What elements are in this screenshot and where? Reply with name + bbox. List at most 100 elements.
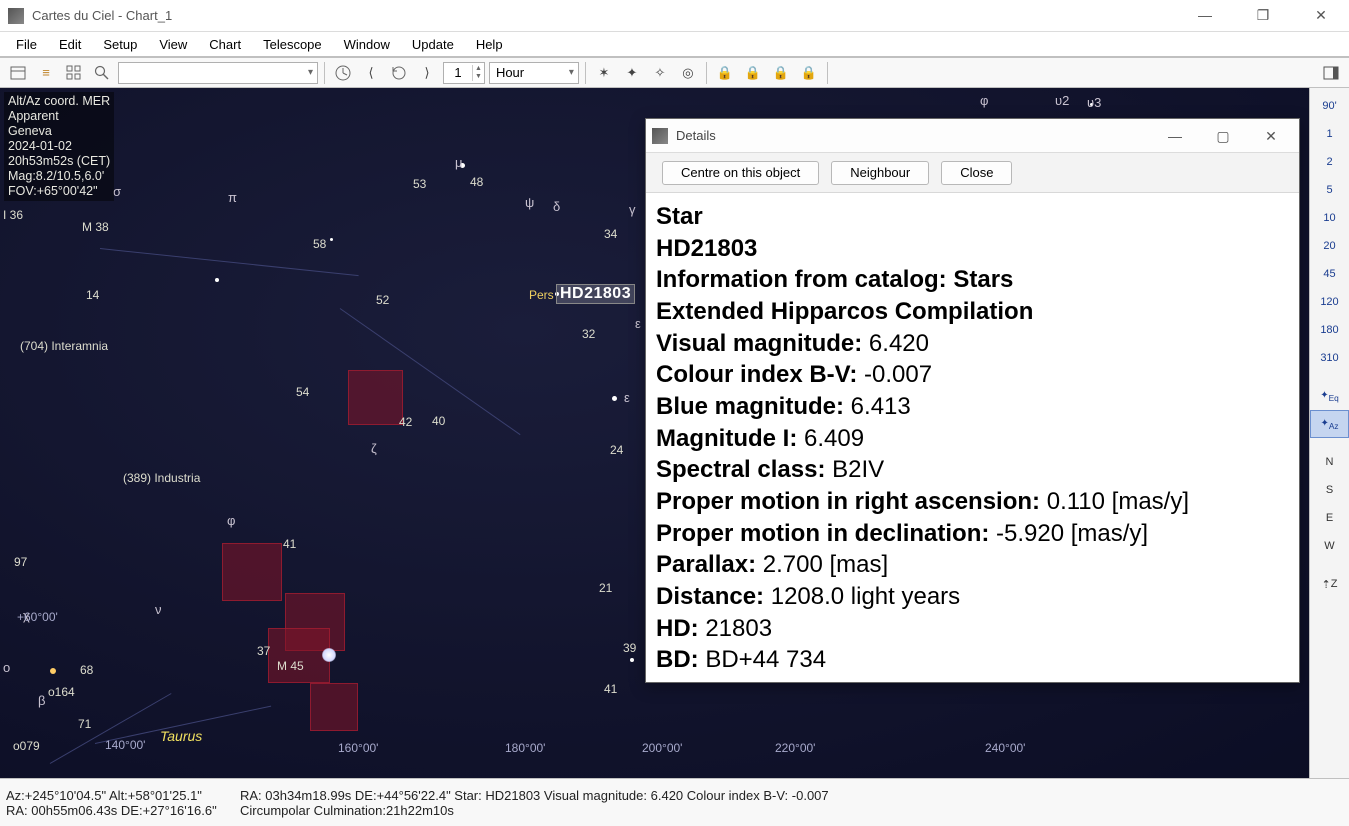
num-label: 42 [399, 415, 412, 429]
details-window[interactable]: Details — ▢ ✕ Centre on this object Neig… [645, 118, 1300, 683]
num-label: 34 [604, 227, 617, 241]
target-icon[interactable]: ◎ [675, 61, 701, 85]
time-forward-icon[interactable]: ⟩ [414, 61, 440, 85]
marker2-icon[interactable]: ✦ [619, 61, 645, 85]
fov-10[interactable]: 10 [1310, 204, 1349, 232]
lock4-icon[interactable]: 🔒 [796, 61, 822, 85]
details-field: Colour index B-V: -0.007 [656, 359, 1289, 391]
fov-20[interactable]: 20 [1310, 232, 1349, 260]
sky-chart[interactable]: I 36 M 38 (704) Interamnia (389) Industr… [0, 88, 1309, 778]
greek-label: δ [553, 199, 560, 214]
marker3-icon[interactable]: ✧ [647, 61, 673, 85]
details-body[interactable]: Star HD21803 Information from catalog: S… [646, 193, 1299, 682]
neighbour-button[interactable]: Neighbour [831, 161, 929, 185]
grid-label: 160°00' [338, 741, 378, 755]
greek-label: σ [113, 184, 121, 199]
corner-label: I 36 [3, 208, 23, 222]
menu-chart[interactable]: Chart [199, 34, 251, 55]
fov-180[interactable]: 180 [1310, 316, 1349, 344]
num-label: 71 [78, 717, 91, 731]
num-label: 97 [14, 555, 27, 569]
time-unit-combo[interactable]: Hour [489, 62, 579, 84]
dir-s-button[interactable]: S [1310, 476, 1349, 504]
time-step-input[interactable] [444, 65, 472, 80]
menu-update[interactable]: Update [402, 34, 464, 55]
close-button[interactable]: ✕ [1301, 7, 1341, 24]
time-back-icon[interactable]: ⟨ [358, 61, 384, 85]
details-titlebar[interactable]: Details — ▢ ✕ [646, 119, 1299, 153]
taurus-label: Taurus [160, 728, 202, 744]
maximize-button[interactable]: ❐ [1243, 7, 1283, 24]
menu-setup[interactable]: Setup [93, 34, 147, 55]
details-field: HIP: 16516 [656, 676, 1289, 682]
fov-45[interactable]: 45 [1310, 260, 1349, 288]
panel-icon[interactable] [1318, 61, 1344, 85]
search-combo[interactable] [118, 62, 318, 84]
menu-edit[interactable]: Edit [49, 34, 91, 55]
lock3-icon[interactable]: 🔒 [768, 61, 794, 85]
dir-n-button[interactable]: N [1310, 448, 1349, 476]
menu-help[interactable]: Help [466, 34, 513, 55]
chart-info-overlay: Alt/Az coord. MER Apparent Geneva 2024-0… [4, 92, 114, 201]
selected-star-label[interactable]: HD21803 [556, 284, 635, 304]
menu-telescope[interactable]: Telescope [253, 34, 332, 55]
grid-icon[interactable] [61, 61, 87, 85]
greek-label: φ [980, 93, 988, 108]
details-button-bar: Centre on this object Neighbour Close [646, 153, 1299, 193]
side-toolbar: 90' 1 2 5 10 20 45 120 180 310 ✦Eq ✦Az N… [1309, 88, 1349, 778]
details-title: Details [676, 128, 1153, 143]
menu-bar: File Edit Setup View Chart Telescope Win… [0, 32, 1349, 58]
minimize-button[interactable]: — [1185, 7, 1225, 24]
fov-1[interactable]: 1 [1310, 120, 1349, 148]
num-label: 39 [623, 641, 636, 655]
time-step-spinner[interactable]: ▲▼ [443, 62, 485, 84]
lock2-icon[interactable]: 🔒 [740, 61, 766, 85]
num-label: 32 [582, 327, 595, 341]
lock1-icon[interactable]: 🔒 [712, 61, 738, 85]
details-close-button[interactable]: ✕ [1249, 122, 1293, 150]
details-field: BD: BD+44 734 [656, 644, 1289, 676]
fov-310[interactable]: 310 [1310, 344, 1349, 372]
fov-2[interactable]: 2 [1310, 148, 1349, 176]
m45-label: M 45 [277, 659, 304, 673]
search-icon[interactable] [89, 61, 115, 85]
now-icon[interactable] [330, 61, 356, 85]
list-icon[interactable]: ≡ [33, 61, 59, 85]
greek-label: ψ [525, 195, 534, 210]
fov-5[interactable]: 5 [1310, 176, 1349, 204]
time-reset-icon[interactable] [386, 61, 412, 85]
overlay-line: FOV:+65°00'42" [8, 184, 110, 199]
details-id: HD21803 [656, 233, 1289, 265]
time-unit-label: Hour [496, 65, 524, 80]
details-maximize-button[interactable]: ▢ [1201, 122, 1245, 150]
overlay-line: Mag:8.2/10.5,6.0' [8, 169, 110, 184]
num-label: 48 [470, 175, 483, 189]
menu-window[interactable]: Window [334, 34, 400, 55]
num-label: 40 [432, 414, 445, 428]
details-minimize-button[interactable]: — [1153, 122, 1197, 150]
menu-file[interactable]: File [6, 34, 47, 55]
menu-view[interactable]: View [149, 34, 197, 55]
zenith-button[interactable]: ⇡Z [1310, 570, 1349, 598]
dir-w-button[interactable]: W [1310, 532, 1349, 560]
coord-eq-button[interactable]: ✦Eq [1310, 382, 1349, 410]
fov-90[interactable]: 90' [1310, 92, 1349, 120]
details-field: Distance: 1208.0 light years [656, 581, 1289, 613]
num-label: 14 [86, 288, 99, 302]
persei-label: Pers [529, 288, 554, 302]
greek-label: ο [3, 660, 10, 675]
greek-label: ε [635, 316, 641, 331]
centre-button[interactable]: Centre on this object [662, 161, 819, 185]
fov-120[interactable]: 120 [1310, 288, 1349, 316]
calendar-icon[interactable] [5, 61, 31, 85]
dir-e-button[interactable]: E [1310, 504, 1349, 532]
num-label: 41 [283, 537, 296, 551]
coord-az-button[interactable]: ✦Az [1310, 410, 1349, 438]
overlay-line: 2024-01-02 [8, 139, 110, 154]
status-azalt: Az:+245°10'04.5" Alt:+58°01'25.1" [6, 788, 226, 803]
marker1-icon[interactable]: ✶ [591, 61, 617, 85]
num-label: 58 [313, 237, 326, 251]
details-field: Parallax: 2.700 [mas] [656, 549, 1289, 581]
close-button-details[interactable]: Close [941, 161, 1012, 185]
details-field: Proper motion in declination: -5.920 [ma… [656, 518, 1289, 550]
